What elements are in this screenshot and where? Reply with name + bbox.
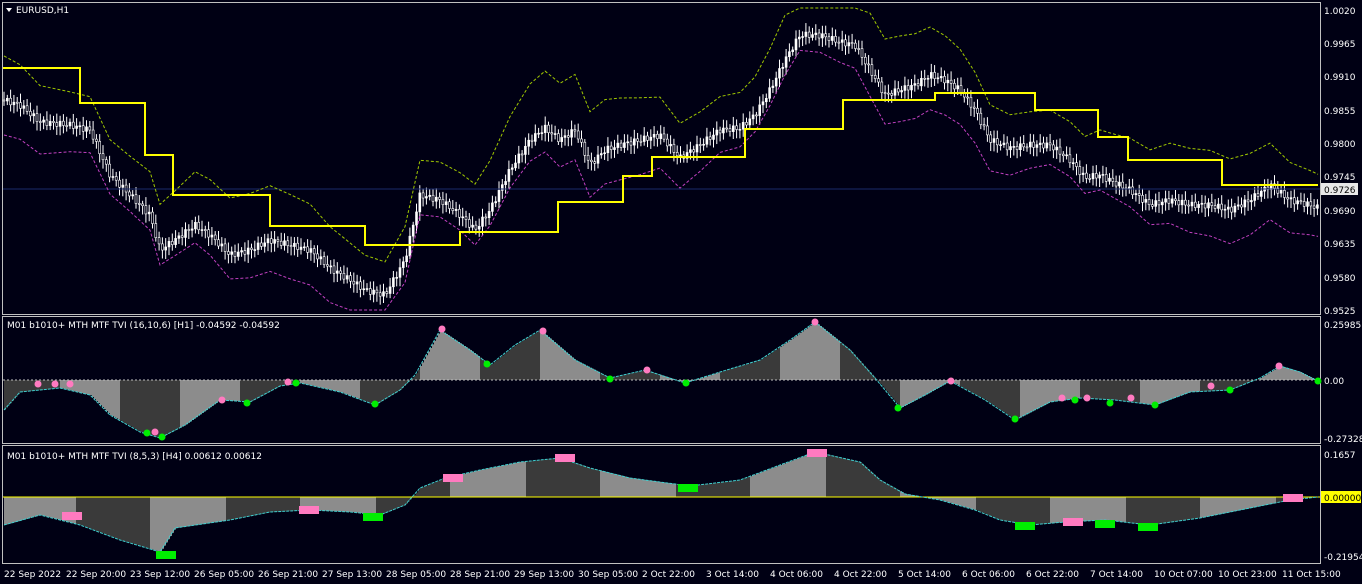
time-axis: 22 Sep 2022 22 Sep 20:00 23 Sep 12:00 26… — [4, 570, 1341, 580]
tvi2-label: -0.21954 — [1324, 553, 1362, 563]
time-label: 26 Sep 21:00 — [258, 570, 318, 580]
time-label: 10 Oct 23:00 — [1218, 570, 1277, 580]
time-label: 28 Sep 05:00 — [386, 570, 446, 580]
time-label: 6 Oct 06:00 — [962, 570, 1015, 580]
price-label: 0.9745 — [1324, 173, 1356, 183]
tvi-h1-histogram — [3, 318, 1322, 441]
tvi-h4-histogram — [3, 449, 1320, 559]
time-label: 5 Oct 14:00 — [898, 570, 951, 580]
indicator1-title: M01 b1010+ MTH MTF TVI (16,10,6) [H1] -0… — [7, 321, 280, 331]
tvi1-label: -0.27328 — [1324, 435, 1362, 445]
time-label: 4 Oct 06:00 — [770, 570, 823, 580]
triangle-down-icon[interactable] — [6, 8, 12, 12]
main-price-panel[interactable] — [2, 2, 1321, 315]
time-label: 22 Sep 20:00 — [66, 570, 126, 580]
price-label: 0.9690 — [1324, 207, 1356, 217]
price-label: 0.9635 — [1324, 240, 1356, 250]
price-candles — [2, 23, 1319, 305]
price-label: 0.9855 — [1324, 107, 1356, 117]
time-label: 10 Oct 07:00 — [1154, 570, 1213, 580]
price-label: 0.9580 — [1324, 274, 1356, 284]
price-axis: 1.0020 0.9965 0.9910 0.9855 0.9800 0.974… — [1324, 7, 1356, 317]
time-label: 7 Oct 14:00 — [1090, 570, 1143, 580]
time-label: 2 Oct 22:00 — [642, 570, 695, 580]
tvi1-label: 0.25985 — [1324, 321, 1361, 331]
tvi2-label: 0.1657 — [1324, 451, 1356, 461]
indicator2-title: M01 b1010+ MTH MTF TVI (8,5,3) [H4] 0.00… — [7, 452, 262, 462]
time-label: 11 Oct 15:00 — [1282, 570, 1341, 580]
price-overlays — [3, 7, 1320, 311]
time-label: 22 Sep 2022 — [4, 570, 61, 580]
price-label: 0.9525 — [1324, 307, 1356, 317]
symbol-title: EURUSD,H1 — [16, 6, 69, 16]
time-label: 23 Sep 12:00 — [130, 570, 190, 580]
price-label: 1.0020 — [1324, 7, 1356, 17]
current-price-label: 0.9726 — [1324, 186, 1356, 196]
time-label: 3 Oct 14:00 — [706, 570, 759, 580]
tvi2-zero-label: 0.00000 — [1324, 494, 1361, 504]
time-label: 26 Sep 05:00 — [194, 570, 254, 580]
trading-chart[interactable]: EURUSD,H1 M01 b1010+ MTH MTF TVI (16,10,… — [0, 0, 1362, 584]
time-label: 4 Oct 22:00 — [834, 570, 887, 580]
time-label: 27 Sep 13:00 — [322, 570, 382, 580]
price-label: 0.9910 — [1324, 73, 1356, 83]
tvi1-label: 0.00 — [1324, 377, 1344, 387]
price-label: 0.9800 — [1324, 140, 1356, 150]
time-label: 6 Oct 22:00 — [1026, 570, 1079, 580]
price-label: 0.9965 — [1324, 40, 1356, 50]
time-label: 28 Sep 21:00 — [450, 570, 510, 580]
time-label: 30 Sep 05:00 — [578, 570, 638, 580]
time-label: 29 Sep 13:00 — [514, 570, 574, 580]
